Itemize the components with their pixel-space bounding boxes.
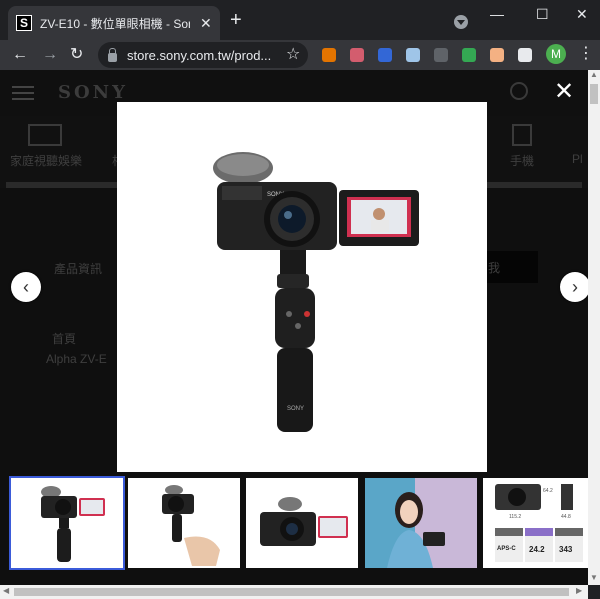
new-tab-button[interactable]: +: [230, 10, 242, 30]
browser-toolbar: ← → ↻ store.sony.com.tw/prod... ☆ M ⋮: [0, 40, 600, 70]
spec-height-label: 64.2: [543, 488, 553, 494]
thumbnail-strip: 115.2 64.2 44.8 APS-C 24.2 343: [0, 475, 588, 575]
horizontal-scrollbar[interactable]: ◀ ▶: [0, 585, 588, 599]
product-title-fragment: Alpha ZV-E: [46, 352, 107, 366]
spec-sensor-label: APS-C: [497, 546, 516, 552]
thumbnail-camera-screen-flipped[interactable]: [246, 478, 358, 568]
window-close-button[interactable]: ✕: [576, 6, 588, 23]
p-extension-icon[interactable]: [378, 48, 392, 62]
back-button[interactable]: ←: [12, 45, 28, 65]
category-mobile[interactable]: 手機: [510, 152, 534, 169]
scroll-up-icon[interactable]: ▲: [588, 70, 600, 82]
mail-extension-icon[interactable]: [462, 48, 476, 62]
breadcrumb-home[interactable]: 首頁: [52, 330, 76, 347]
diamond-extension-icon[interactable]: [406, 48, 420, 62]
spec-megapixel-label: 24.2: [529, 545, 545, 554]
page-viewport: SONY 家庭視聽娛樂 相 手機 Pl 產品資訊 首頁 Alpha ZV-E 我…: [0, 70, 588, 585]
thumbnail-hand-holding-camera[interactable]: [128, 478, 240, 568]
browser-tab[interactable]: S ZV-E10 - 數位單眼相機 - Sony 台 ✕: [8, 6, 220, 40]
main-product-image: SONY SONY: [117, 102, 487, 472]
thumb-4-illustration: [365, 478, 477, 568]
tab-close-icon[interactable]: ✕: [200, 15, 212, 32]
thumb-5-illustration: 115.2 64.2 44.8 APS-C 24.2 343: [495, 484, 583, 562]
tab-title: ZV-E10 - 數位單眼相機 - Sony 台: [40, 16, 190, 31]
scroll-left-icon[interactable]: ◀: [3, 586, 9, 595]
thumbnail-woman-with-camera[interactable]: [365, 478, 477, 568]
lock-icon[interactable]: [108, 47, 117, 62]
maximize-button[interactable]: ☐: [536, 6, 549, 23]
thumb-2-illustration: [162, 485, 220, 566]
section-product-info[interactable]: 產品資訊: [54, 260, 102, 277]
sony-favicon-icon: S: [16, 15, 32, 31]
thumb-3-illustration: [260, 497, 348, 546]
browser-window: S ZV-E10 - 數位單眼相機 - Sony 台 ✕ + — ☐ ✕ ← →…: [0, 0, 600, 599]
tab-strip: S ZV-E10 - 數位單眼相機 - Sony 台 ✕ + — ☐ ✕: [0, 0, 600, 40]
buy-button-label: 我: [488, 261, 501, 275]
camera-with-grip-illustration: SONY SONY: [213, 152, 419, 432]
sony-logo: SONY: [58, 82, 128, 103]
buy-button-fragment[interactable]: 我: [480, 251, 538, 283]
svg-text:SONY: SONY: [287, 406, 304, 412]
hamburger-menu-icon[interactable]: [12, 86, 34, 100]
url-text[interactable]: store.sony.com.tw/prod...: [127, 48, 277, 63]
profile-avatar[interactable]: M: [546, 44, 566, 64]
crop-extension-icon[interactable]: [434, 48, 448, 62]
browser-menu-icon[interactable]: ⋮: [578, 44, 594, 64]
scroll-right-icon[interactable]: ▶: [576, 586, 582, 595]
thumbnail-specs-diagram[interactable]: 115.2 64.2 44.8 APS-C 24.2 343: [483, 478, 588, 568]
thumbnail-camera-with-grip[interactable]: [9, 476, 125, 570]
prev-image-button[interactable]: ‹: [11, 272, 41, 302]
vertical-scroll-thumb[interactable]: [590, 84, 598, 104]
forward-button[interactable]: →: [42, 45, 58, 65]
horizontal-scroll-thumb[interactable]: [14, 588, 569, 596]
spec-depth-label: 44.8: [561, 514, 571, 520]
minimize-button[interactable]: —: [490, 6, 504, 22]
address-bar[interactable]: store.sony.com.tw/prod...: [98, 42, 308, 68]
category-home-av[interactable]: 家庭視聽娛樂: [10, 152, 82, 169]
spec-weight-label: 343: [559, 545, 573, 554]
lightbox-close-button[interactable]: ✕: [554, 80, 574, 104]
reload-button[interactable]: ↻: [70, 45, 83, 65]
spec-width-label: 115.2: [509, 514, 521, 520]
vertical-scrollbar[interactable]: ▲ ▼: [588, 70, 600, 585]
bookmark-star-icon[interactable]: ☆: [286, 44, 300, 64]
phone-category-icon: [512, 124, 532, 146]
site-search-icon[interactable]: [510, 82, 528, 100]
face-extension-icon[interactable]: [490, 48, 504, 62]
colorful-extension-icon[interactable]: [322, 48, 336, 62]
scroll-down-icon[interactable]: ▼: [588, 573, 600, 585]
thumb-1-illustration: [41, 486, 105, 562]
tv-category-icon: [28, 124, 62, 146]
next-image-button[interactable]: ›: [560, 272, 588, 302]
puzzle-extension-icon[interactable]: [518, 48, 532, 62]
category-pl[interactable]: Pl: [572, 152, 583, 166]
bug-extension-icon[interactable]: [350, 48, 364, 62]
tab-search-icon[interactable]: [454, 15, 468, 29]
